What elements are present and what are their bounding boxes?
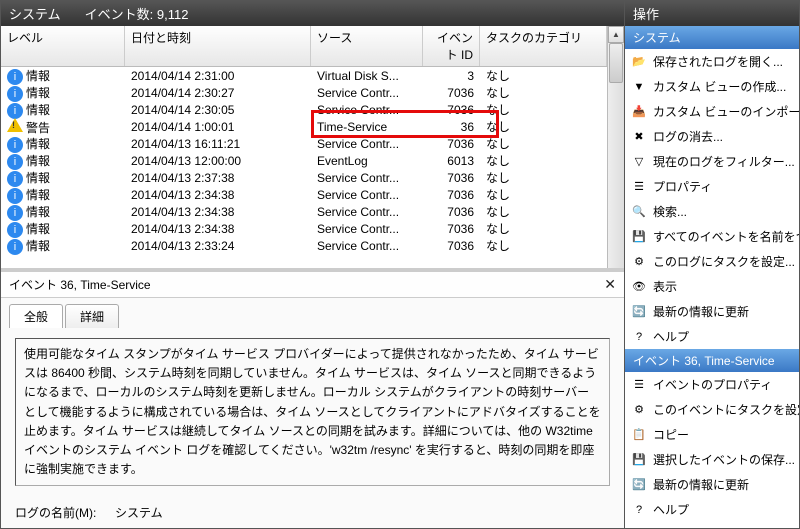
action-refresh[interactable]: 🔄最新の情報に更新 [625,299,799,324]
info-icon: i [7,239,23,255]
help-icon: ? [631,329,647,345]
action-help[interactable]: ?ヘルプ [625,497,799,522]
prop-icon: ☰ [631,179,647,195]
info-icon: i [7,154,23,170]
detail-title: イベント 36, Time-Service [9,276,151,293]
refresh-icon: 🔄 [631,477,647,493]
table-row[interactable]: i情報2014/04/14 2:30:05Service Contr...703… [1,101,607,118]
action-refresh[interactable]: 🔄最新の情報に更新 [625,472,799,497]
action-clear[interactable]: ✖ログの消去... [625,124,799,149]
table-row[interactable]: i情報2014/04/13 2:34:38Service Contr...703… [1,186,607,203]
clear-icon: ✖ [631,129,647,145]
info-icon: i [7,205,23,221]
info-icon: i [7,222,23,238]
info-icon: i [7,171,23,187]
col-level[interactable]: レベル [1,26,125,66]
view-icon: ▼ [631,79,647,95]
actions-section-event: イベント 36, Time-Service [625,349,799,372]
action-filter[interactable]: ▽現在のログをフィルター... [625,149,799,174]
filter-icon: ▽ [631,154,647,170]
action-task[interactable]: ⚙このイベントにタスクを設定... [625,397,799,422]
actions-title: 操作 [625,1,799,26]
info-icon: i [7,103,23,119]
task-icon: ⚙ [631,254,647,270]
refresh-icon: 🔄 [631,304,647,320]
action-prop[interactable]: ☰イベントのプロパティ [625,372,799,397]
table-row[interactable]: i情報2014/04/14 2:30:27Service Contr...703… [1,84,607,101]
action-copy[interactable]: 📋コピー [625,422,799,447]
table-row[interactable]: i情報2014/04/13 2:34:38Service Contr...703… [1,203,607,220]
table-row[interactable]: 警告2014/04/14 1:00:01Time-Service36なし [1,118,607,135]
action-open[interactable]: 📂保存されたログを開く... [625,49,799,74]
copy-icon: 📋 [631,427,647,443]
event-message: 使用可能なタイム スタンプがタイム サービス プロバイダーによって提供されなかっ… [15,338,610,486]
import-icon: 📥 [631,104,647,120]
event-properties: ログの名前(M): システム ソース(S): Time-Service ログの日… [15,504,610,528]
task-icon: ⚙ [631,402,647,418]
warning-icon [7,118,23,132]
action-prop[interactable]: ☰プロパティ [625,174,799,199]
action-save[interactable]: 💾すべてのイベントを名前をつ... [625,224,799,249]
table-row[interactable]: i情報2014/04/13 16:11:21Service Contr...70… [1,135,607,152]
info-icon: i [7,137,23,153]
scroll-up-button[interactable]: ▲ [608,26,624,43]
scroll-thumb[interactable] [609,43,623,83]
col-event-id[interactable]: イベント ID [423,26,480,66]
event-grid[interactable]: i情報2014/04/14 2:31:00Virtual Disk S...3な… [1,67,607,268]
close-icon[interactable]: ✕ [604,276,616,293]
log-name-title: システム [9,4,61,23]
table-row[interactable]: i情報2014/04/13 2:34:38Service Contr...703… [1,220,607,237]
tab-detail[interactable]: 詳細 [65,304,119,328]
open-icon: 📂 [631,54,647,70]
col-category[interactable]: タスクのカテゴリ [480,26,607,66]
action-show[interactable]: 👁表示 [625,274,799,299]
main-title-bar: システム イベント数: 9,112 [1,1,624,26]
save-icon: 💾 [631,229,647,245]
action-view[interactable]: ▼カスタム ビューの作成... [625,74,799,99]
save-icon: 💾 [631,452,647,468]
action-help[interactable]: ?ヘルプ [625,324,799,349]
action-task[interactable]: ⚙このログにタスクを設定... [625,249,799,274]
action-find[interactable]: 🔍検索... [625,199,799,224]
tab-general[interactable]: 全般 [9,304,63,328]
help-icon: ? [631,502,647,518]
table-row[interactable]: i情報2014/04/13 2:37:38Service Contr...703… [1,169,607,186]
info-icon: i [7,188,23,204]
action-import[interactable]: 📥カスタム ビューのインポート... [625,99,799,124]
event-count: イベント数: 9,112 [85,4,189,23]
table-row[interactable]: i情報2014/04/14 2:31:00Virtual Disk S...3な… [1,67,607,84]
col-datetime[interactable]: 日付と時刻 [125,26,311,66]
prop-icon: ☰ [631,377,647,393]
info-icon: i [7,69,23,85]
actions-section-system: システム [625,26,799,49]
table-row[interactable]: i情報2014/04/13 2:33:24Service Contr...703… [1,237,607,254]
column-header-row: レベル 日付と時刻 ソース イベント ID タスクのカテゴリ [1,26,607,67]
col-source[interactable]: ソース [311,26,423,66]
find-icon: 🔍 [631,204,647,220]
info-icon: i [7,86,23,102]
table-row[interactable]: i情報2014/04/13 12:00:00EventLog6013なし [1,152,607,169]
show-icon: 👁 [631,279,647,295]
action-save[interactable]: 💾選択したイベントの保存... [625,447,799,472]
vertical-scrollbar[interactable]: ▲ [607,26,624,268]
